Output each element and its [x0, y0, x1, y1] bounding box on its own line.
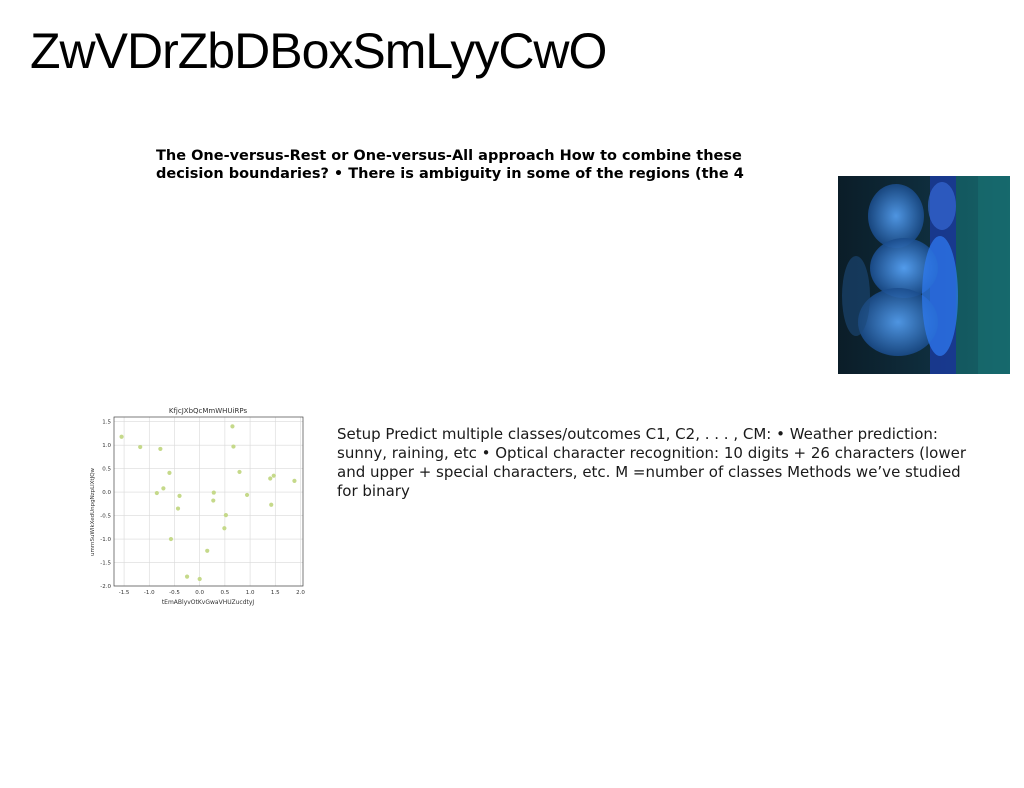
chart-x-tick-label: -1.5 [119, 590, 130, 596]
chart-point [154, 490, 159, 496]
chart-y-tick-label: 0.5 [102, 467, 111, 473]
chart-point [205, 548, 210, 553]
body-paragraph: Setup Predict multiple classes/outcomes … [337, 425, 967, 500]
chart-x-tick-label: -0.5 [169, 590, 180, 596]
chart-point [177, 493, 182, 498]
chart-point [184, 574, 190, 579]
chart-point [158, 446, 163, 452]
chart-y-tick-label: 1.5 [102, 420, 111, 426]
chart-plot-area: -1.5 -1.0 -0.5 0.0 0.5 1.0 1.5 2.0 -2.0 -1.5 -1.0 -… [100, 416, 305, 596]
chart-point [197, 576, 202, 582]
chart-point [223, 513, 228, 518]
scatter-chart: KfjcJXbQcMmWHUiRPs tEmABlyvOtKvGwaVHUZuc… [88, 404, 308, 608]
chart-point [222, 526, 227, 531]
chart-point [271, 473, 276, 478]
chart-y-tick-label: -2.0 [100, 584, 111, 590]
chart-y-tick-label: 1.0 [102, 443, 111, 449]
chart-y-tick-label: 0.0 [102, 490, 111, 496]
chart-x-tick-label: 0.0 [195, 590, 204, 596]
chart-y-tick-label: -0.5 [100, 514, 111, 520]
chart-point [138, 444, 143, 450]
slide-title: ZwVDrZbDBoxSmLyyCwO [30, 23, 607, 79]
chart-point [269, 502, 274, 507]
chart-title: KfjcJXbQcMmWHUiRPs [169, 407, 248, 415]
chart-y-tick-label: -1.5 [100, 561, 111, 567]
chart-point [161, 486, 166, 491]
chart-x-tick-label: 1.0 [246, 590, 255, 596]
chart-x-tick-label: 0.5 [221, 590, 230, 596]
chart-point [230, 424, 235, 429]
chart-point [211, 498, 216, 503]
chart-point [292, 478, 297, 483]
chart-y-tick-label: -1.0 [100, 537, 111, 543]
chart-point [119, 434, 124, 439]
textured-photo [838, 176, 1010, 374]
chart-point [168, 536, 174, 542]
chart-x-tick-label: -1.0 [144, 590, 155, 596]
chart-point [237, 469, 242, 475]
chart-point [244, 492, 250, 498]
photo-graphic [838, 176, 1010, 374]
chart-y-label: umrnSuWIkXedUnpgNzpLlXtJQw [90, 467, 96, 556]
bold-paragraph: The One-versus-Rest or One-versus-All ap… [156, 148, 744, 182]
chart-point [167, 470, 172, 475]
chart-point [211, 490, 216, 495]
chart-point [268, 476, 273, 481]
chart-point [231, 444, 236, 449]
chart-x-label: tEmABlyvOtKvGwaVHUZucdtyJ [162, 599, 255, 606]
chart-x-tick-label: 2.0 [296, 590, 305, 596]
chart-point [175, 506, 181, 511]
chart-frame [113, 416, 304, 587]
chart-x-tick-label: 1.5 [271, 590, 280, 596]
